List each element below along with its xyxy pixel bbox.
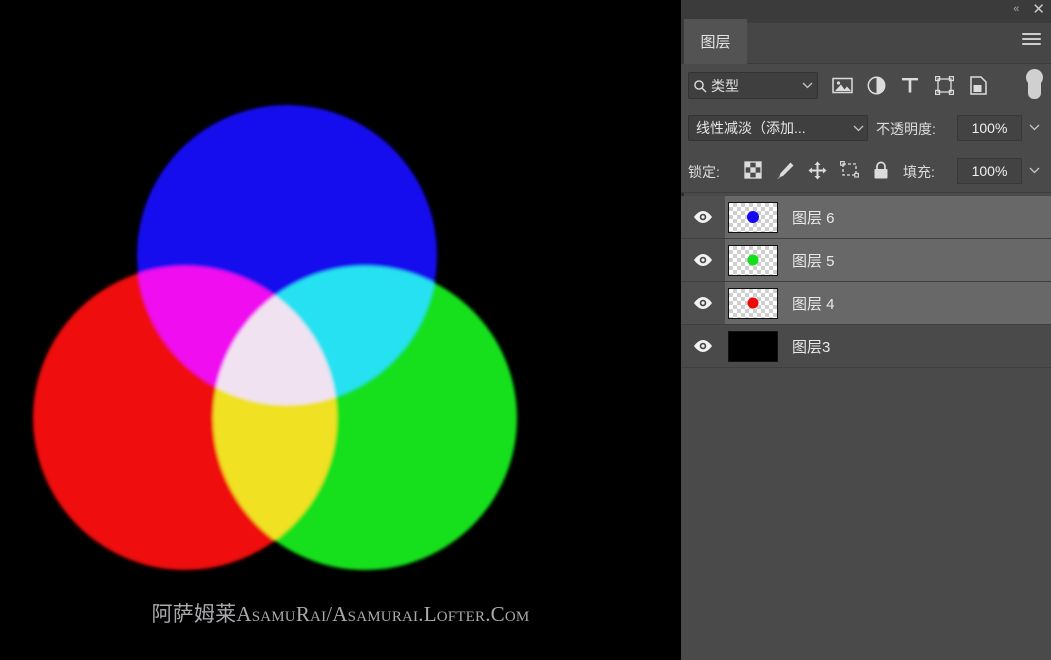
hamburger-menu-icon[interactable] [1022,33,1041,47]
panel-tab-row: 图层 [681,19,1051,64]
filter-power-toggle[interactable] [1026,69,1043,100]
layer-name: 图层3 [792,338,831,356]
layer-thumbnail[interactable] [728,287,778,319]
layer-name: 图层 4 [792,295,835,313]
layer-list[interactable]: 图层 6 图层 5 图层 4 图层3 [681,196,1051,660]
layers-panel: « ✕ 图层 类型 线性减淡（添加... 不透明度: 100% 锁定: 填充: … [681,0,1051,660]
blend-mode-row: 线性减淡（添加... 不透明度: 100% [681,106,1051,149]
lock-position-icon[interactable] [807,159,827,181]
blend-mode-value: 线性减淡（添加... [696,120,806,136]
green-circle [213,266,517,570]
filter-type-icons [831,72,1016,98]
tab-layers[interactable]: 图层 [684,19,747,64]
panel-titlebar: « ✕ [681,0,1051,20]
rgb-additive-venn-diagram [0,0,681,660]
filter-type-layers-icon[interactable] [899,74,921,96]
watermark-text: 阿萨姆莱AsamuRai/Asamurai.Lofter.Com [151,602,530,626]
blend-mode-select[interactable]: 线性减淡（添加... [688,115,868,141]
chevron-down-icon [797,82,817,89]
lock-label: 锁定: [688,164,720,180]
layer-row[interactable]: 图层3 [681,325,1051,368]
layer-name: 图层 6 [792,209,835,227]
filter-shape-layers-icon[interactable] [933,74,955,96]
lock-transparent-pixels-icon[interactable] [743,159,763,181]
tab-strip-background [747,23,1051,63]
fill-chevron-down-icon[interactable] [1023,158,1045,182]
filter-adjustment-layers-icon[interactable] [865,74,887,96]
filter-smart-objects-icon[interactable] [967,74,989,96]
opacity-chevron-down-icon[interactable] [1023,115,1045,139]
layer-name: 图层 5 [792,252,835,270]
lock-row: 锁定: 填充: 100% [681,148,1051,193]
layer-visibility-toggle-2[interactable] [681,239,725,281]
layer-row[interactable]: 图层 6 [681,196,1051,239]
layer-visibility-toggle-4[interactable] [681,325,725,367]
lock-image-pixels-icon[interactable] [775,159,795,181]
layer-row[interactable]: 图层 5 [681,239,1051,282]
layer-filter-row: 类型 [681,64,1051,107]
thumbnail-dot [747,297,759,309]
filter-kind-select[interactable]: 类型 [688,72,818,99]
layer-row[interactable]: 图层 4 [681,282,1051,325]
magnifier-icon [689,79,711,93]
filter-pixel-layers-icon[interactable] [831,74,853,96]
lock-icon-group [743,158,891,182]
opacity-input[interactable]: 100% [957,115,1022,141]
lock-all-icon[interactable] [871,159,891,181]
layer-thumbnail[interactable] [728,201,778,233]
thumbnail-dot [747,211,759,223]
lock-artboard-nesting-icon[interactable] [839,159,859,181]
layer-visibility-toggle-1[interactable] [681,196,725,238]
fill-label: 填充: [903,164,935,180]
document-canvas[interactable]: 阿萨姆莱AsamuRai/Asamurai.Lofter.Com [0,0,681,660]
thumbnail-dot [747,254,759,266]
chevron-down-icon [849,125,867,132]
opacity-label: 不透明度: [876,121,936,137]
fill-input[interactable]: 100% [957,158,1022,184]
collapse-panels-icon[interactable]: « [1013,4,1019,15]
photoshop-window: 阿萨姆莱AsamuRai/Asamurai.Lofter.Com « ✕ 图层 [0,0,1051,660]
filter-kind-label: 类型 [711,77,739,94]
layer-visibility-toggle-3[interactable] [681,282,725,324]
layer-thumbnail[interactable] [728,244,778,276]
layer-thumbnail[interactable] [728,330,778,362]
close-icon[interactable]: ✕ [1032,2,1045,17]
